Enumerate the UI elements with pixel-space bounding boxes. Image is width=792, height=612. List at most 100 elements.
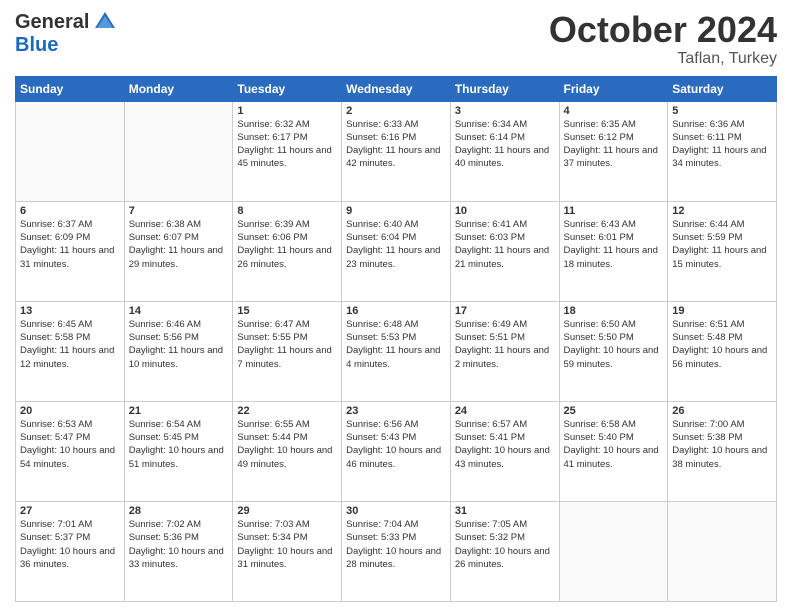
day-number: 18: [564, 305, 664, 317]
day-cell-7: 5Sunrise: 6:36 AMSunset: 6:11 PMDaylight…: [668, 101, 777, 201]
day-info: Sunrise: 6:47 AMSunset: 5:55 PMDaylight:…: [237, 318, 337, 371]
day-cell-14: 12Sunrise: 6:44 AMSunset: 5:59 PMDayligh…: [668, 201, 777, 301]
day-info: Sunrise: 6:38 AMSunset: 6:07 PMDaylight:…: [129, 218, 229, 271]
title-block: October 2024 Taflan, Turkey: [549, 10, 777, 68]
day-number: 4: [564, 105, 664, 117]
day-cell-9: 7Sunrise: 6:38 AMSunset: 6:07 PMDaylight…: [124, 201, 233, 301]
day-info: Sunrise: 7:02 AMSunset: 5:36 PMDaylight:…: [129, 518, 229, 571]
day-cell-28: 26Sunrise: 7:00 AMSunset: 5:38 PMDayligh…: [668, 401, 777, 501]
day-number: 7: [129, 205, 229, 217]
day-number: 30: [346, 505, 446, 517]
day-cell-12: 10Sunrise: 6:41 AMSunset: 6:03 PMDayligh…: [450, 201, 559, 301]
day-number: 25: [564, 405, 664, 417]
week-row-5: 27Sunrise: 7:01 AMSunset: 5:37 PMDayligh…: [16, 501, 777, 601]
day-info: Sunrise: 6:45 AMSunset: 5:58 PMDaylight:…: [20, 318, 120, 371]
day-number: 5: [672, 105, 772, 117]
location-subtitle: Taflan, Turkey: [549, 50, 777, 68]
day-info: Sunrise: 6:58 AMSunset: 5:40 PMDaylight:…: [564, 418, 664, 471]
day-number: 9: [346, 205, 446, 217]
day-number: 8: [237, 205, 337, 217]
day-cell-25: 23Sunrise: 6:56 AMSunset: 5:43 PMDayligh…: [342, 401, 451, 501]
logo: General Blue: [15, 10, 117, 57]
day-info: Sunrise: 6:53 AMSunset: 5:47 PMDaylight:…: [20, 418, 120, 471]
day-cell-11: 9Sunrise: 6:40 AMSunset: 6:04 PMDaylight…: [342, 201, 451, 301]
col-thursday: Thursday: [450, 76, 559, 101]
day-info: Sunrise: 6:37 AMSunset: 6:09 PMDaylight:…: [20, 218, 120, 271]
logo-icon: [93, 10, 117, 34]
day-info: Sunrise: 6:50 AMSunset: 5:50 PMDaylight:…: [564, 318, 664, 371]
week-row-1: 1Sunrise: 6:32 AMSunset: 6:17 PMDaylight…: [16, 101, 777, 201]
day-info: Sunrise: 6:36 AMSunset: 6:11 PMDaylight:…: [672, 118, 772, 171]
day-number: 19: [672, 305, 772, 317]
day-cell-32: 30Sunrise: 7:04 AMSunset: 5:33 PMDayligh…: [342, 501, 451, 601]
calendar-table: Sunday Monday Tuesday Wednesday Thursday…: [15, 76, 777, 602]
day-info: Sunrise: 6:39 AMSunset: 6:06 PMDaylight:…: [237, 218, 337, 271]
day-cell-27: 25Sunrise: 6:58 AMSunset: 5:40 PMDayligh…: [559, 401, 668, 501]
day-number: 26: [672, 405, 772, 417]
day-info: Sunrise: 7:03 AMSunset: 5:34 PMDaylight:…: [237, 518, 337, 571]
day-number: 6: [20, 205, 120, 217]
col-monday: Monday: [124, 76, 233, 101]
day-cell-29: 27Sunrise: 7:01 AMSunset: 5:37 PMDayligh…: [16, 501, 125, 601]
day-number: 10: [455, 205, 555, 217]
day-info: Sunrise: 6:33 AMSunset: 6:16 PMDaylight:…: [346, 118, 446, 171]
day-cell-17: 15Sunrise: 6:47 AMSunset: 5:55 PMDayligh…: [233, 301, 342, 401]
day-number: 2: [346, 105, 446, 117]
day-cell-4: 2Sunrise: 6:33 AMSunset: 6:16 PMDaylight…: [342, 101, 451, 201]
day-number: 20: [20, 405, 120, 417]
logo-general-text: General: [15, 11, 89, 34]
day-cell-22: 20Sunrise: 6:53 AMSunset: 5:47 PMDayligh…: [16, 401, 125, 501]
day-cell-5: 3Sunrise: 6:34 AMSunset: 6:14 PMDaylight…: [450, 101, 559, 201]
day-cell-30: 28Sunrise: 7:02 AMSunset: 5:36 PMDayligh…: [124, 501, 233, 601]
col-sunday: Sunday: [16, 76, 125, 101]
day-cell-8: 6Sunrise: 6:37 AMSunset: 6:09 PMDaylight…: [16, 201, 125, 301]
day-number: 14: [129, 305, 229, 317]
day-info: Sunrise: 6:44 AMSunset: 5:59 PMDaylight:…: [672, 218, 772, 271]
day-info: Sunrise: 6:40 AMSunset: 6:04 PMDaylight:…: [346, 218, 446, 271]
day-number: 13: [20, 305, 120, 317]
day-info: Sunrise: 6:49 AMSunset: 5:51 PMDaylight:…: [455, 318, 555, 371]
calendar-header-row: Sunday Monday Tuesday Wednesday Thursday…: [16, 76, 777, 101]
day-number: 1: [237, 105, 337, 117]
week-row-4: 20Sunrise: 6:53 AMSunset: 5:47 PMDayligh…: [16, 401, 777, 501]
day-cell-3: 1Sunrise: 6:32 AMSunset: 6:17 PMDaylight…: [233, 101, 342, 201]
day-cell-2: [124, 101, 233, 201]
day-info: Sunrise: 6:48 AMSunset: 5:53 PMDaylight:…: [346, 318, 446, 371]
day-info: Sunrise: 7:00 AMSunset: 5:38 PMDaylight:…: [672, 418, 772, 471]
day-cell-23: 21Sunrise: 6:54 AMSunset: 5:45 PMDayligh…: [124, 401, 233, 501]
day-cell-34: [559, 501, 668, 601]
day-cell-20: 18Sunrise: 6:50 AMSunset: 5:50 PMDayligh…: [559, 301, 668, 401]
day-number: 17: [455, 305, 555, 317]
day-cell-31: 29Sunrise: 7:03 AMSunset: 5:34 PMDayligh…: [233, 501, 342, 601]
day-cell-19: 17Sunrise: 6:49 AMSunset: 5:51 PMDayligh…: [450, 301, 559, 401]
week-row-3: 13Sunrise: 6:45 AMSunset: 5:58 PMDayligh…: [16, 301, 777, 401]
day-cell-16: 14Sunrise: 6:46 AMSunset: 5:56 PMDayligh…: [124, 301, 233, 401]
day-number: 11: [564, 205, 664, 217]
col-wednesday: Wednesday: [342, 76, 451, 101]
month-title: October 2024: [549, 10, 777, 50]
col-tuesday: Tuesday: [233, 76, 342, 101]
day-info: Sunrise: 6:32 AMSunset: 6:17 PMDaylight:…: [237, 118, 337, 171]
day-info: Sunrise: 6:51 AMSunset: 5:48 PMDaylight:…: [672, 318, 772, 371]
day-cell-21: 19Sunrise: 6:51 AMSunset: 5:48 PMDayligh…: [668, 301, 777, 401]
day-cell-18: 16Sunrise: 6:48 AMSunset: 5:53 PMDayligh…: [342, 301, 451, 401]
day-info: Sunrise: 6:43 AMSunset: 6:01 PMDaylight:…: [564, 218, 664, 271]
day-cell-10: 8Sunrise: 6:39 AMSunset: 6:06 PMDaylight…: [233, 201, 342, 301]
day-info: Sunrise: 7:05 AMSunset: 5:32 PMDaylight:…: [455, 518, 555, 571]
day-info: Sunrise: 6:56 AMSunset: 5:43 PMDaylight:…: [346, 418, 446, 471]
day-number: 15: [237, 305, 337, 317]
day-info: Sunrise: 6:34 AMSunset: 6:14 PMDaylight:…: [455, 118, 555, 171]
day-info: Sunrise: 6:57 AMSunset: 5:41 PMDaylight:…: [455, 418, 555, 471]
day-cell-26: 24Sunrise: 6:57 AMSunset: 5:41 PMDayligh…: [450, 401, 559, 501]
day-cell-1: [16, 101, 125, 201]
logo-blue-text: Blue: [15, 34, 58, 57]
day-cell-15: 13Sunrise: 6:45 AMSunset: 5:58 PMDayligh…: [16, 301, 125, 401]
day-number: 28: [129, 505, 229, 517]
day-number: 24: [455, 405, 555, 417]
day-cell-33: 31Sunrise: 7:05 AMSunset: 5:32 PMDayligh…: [450, 501, 559, 601]
day-cell-13: 11Sunrise: 6:43 AMSunset: 6:01 PMDayligh…: [559, 201, 668, 301]
day-number: 23: [346, 405, 446, 417]
day-info: Sunrise: 6:41 AMSunset: 6:03 PMDaylight:…: [455, 218, 555, 271]
day-info: Sunrise: 6:55 AMSunset: 5:44 PMDaylight:…: [237, 418, 337, 471]
day-number: 12: [672, 205, 772, 217]
